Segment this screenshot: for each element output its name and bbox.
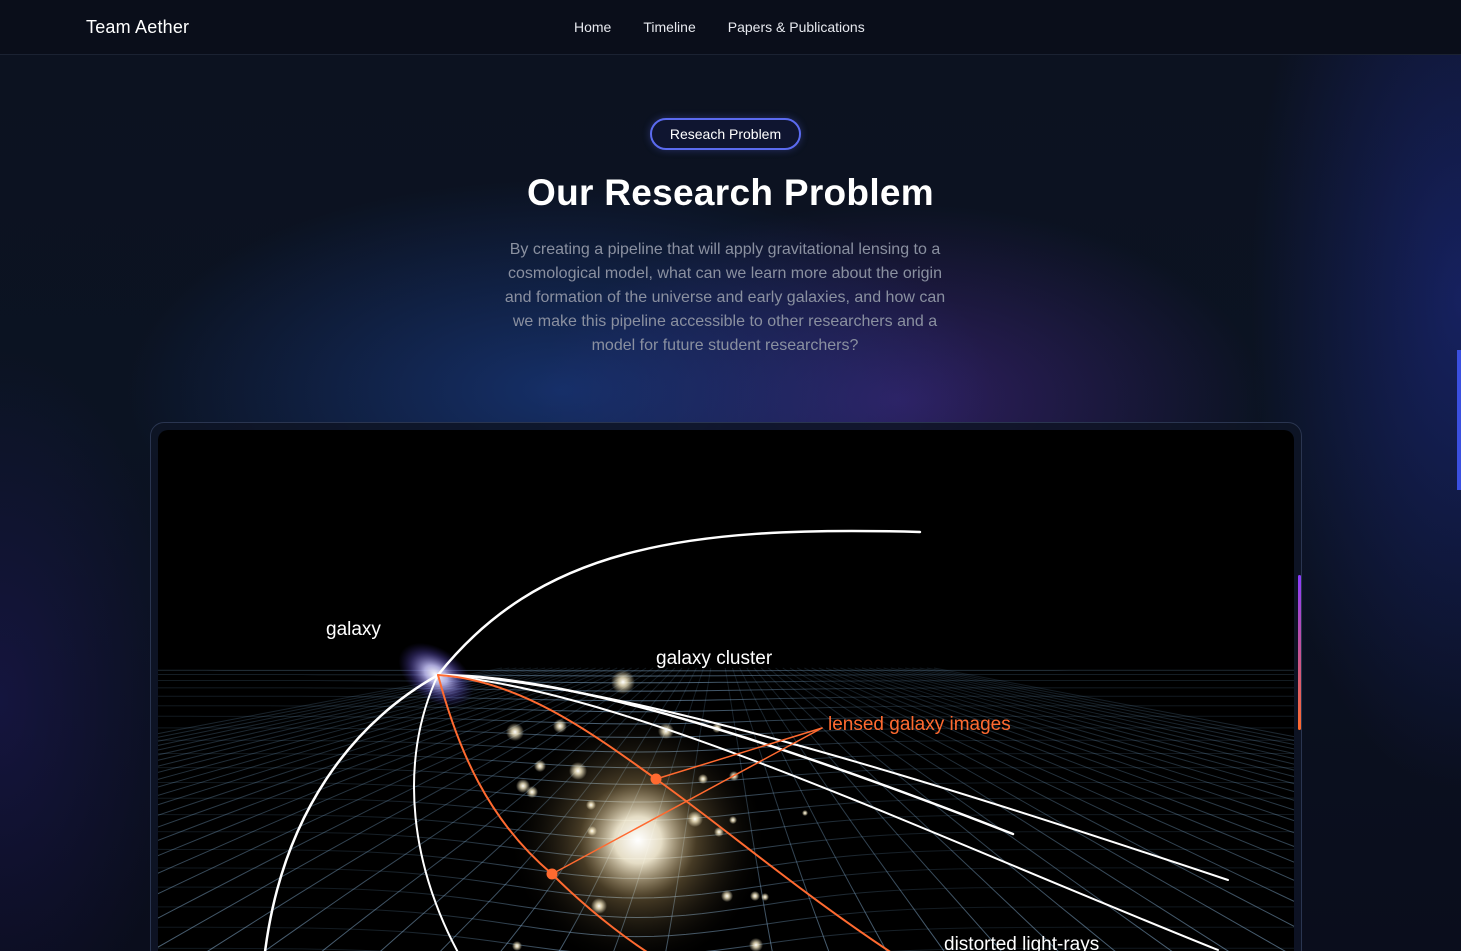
lensed-image-dot-2 (546, 868, 558, 880)
cluster-star (534, 760, 546, 772)
cluster-star (802, 810, 808, 816)
cluster-star (586, 800, 596, 810)
grid-line (753, 667, 1002, 951)
cluster-star (506, 723, 524, 741)
cluster-star (761, 893, 769, 901)
grid-line (158, 687, 1294, 692)
nav-links: Home Timeline Papers & Publications (574, 19, 865, 35)
cluster-star (750, 891, 760, 901)
section-badge: Reseach Problem (650, 118, 801, 150)
distorted-rays-label: distorted light-rays (944, 934, 1099, 951)
lensed-image-dot-1 (650, 773, 662, 785)
grid-line (782, 667, 1230, 951)
section-description: By creating a pipeline that will apply g… (504, 241, 946, 354)
galaxy-label: galaxy (326, 619, 381, 640)
nav-link-timeline[interactable]: Timeline (643, 19, 695, 35)
cluster-star (569, 762, 587, 780)
cluster-star (512, 941, 522, 951)
grid-line (158, 695, 1294, 702)
cluster-star (698, 774, 708, 784)
grid-line (833, 667, 1294, 834)
frame-accent-bar (1298, 575, 1301, 730)
cluster-star (749, 938, 763, 951)
nav-link-home[interactable]: Home (574, 19, 611, 35)
lensed-images-label: lensed galaxy images (828, 714, 1011, 735)
grid-line (789, 667, 1286, 951)
grid-line (912, 667, 1294, 750)
cluster-star (729, 816, 737, 824)
brand-logo-text[interactable]: Team Aether (86, 17, 189, 38)
galaxy-cluster-core (508, 710, 768, 951)
grid-line (158, 680, 1294, 684)
cluster-star (526, 786, 538, 798)
cluster-star (687, 811, 703, 827)
grid-line (775, 667, 1173, 951)
cluster-star (611, 670, 635, 694)
scroll-indicator[interactable] (1457, 350, 1461, 490)
cluster-star (553, 719, 567, 733)
gravitational-lensing-diagram: galaxy galaxy cluster lensed galaxy imag… (158, 430, 1294, 951)
light-ray-6 (413, 674, 459, 951)
cluster-star (721, 890, 733, 902)
grid-line (825, 667, 1294, 847)
grid-line (796, 667, 1294, 927)
cluster-star (587, 826, 597, 836)
page-title: Our Research Problem (527, 172, 934, 213)
nav-link-papers[interactable]: Papers & Publications (728, 19, 865, 35)
galaxy-cluster-label: galaxy cluster (656, 648, 773, 669)
navbar: Team Aether Home Timeline Papers & Publi… (0, 0, 1461, 55)
grid-line (818, 667, 1294, 863)
grid-line (919, 667, 1294, 745)
lensing-illustration: galaxy galaxy cluster lensed galaxy imag… (158, 529, 1294, 951)
